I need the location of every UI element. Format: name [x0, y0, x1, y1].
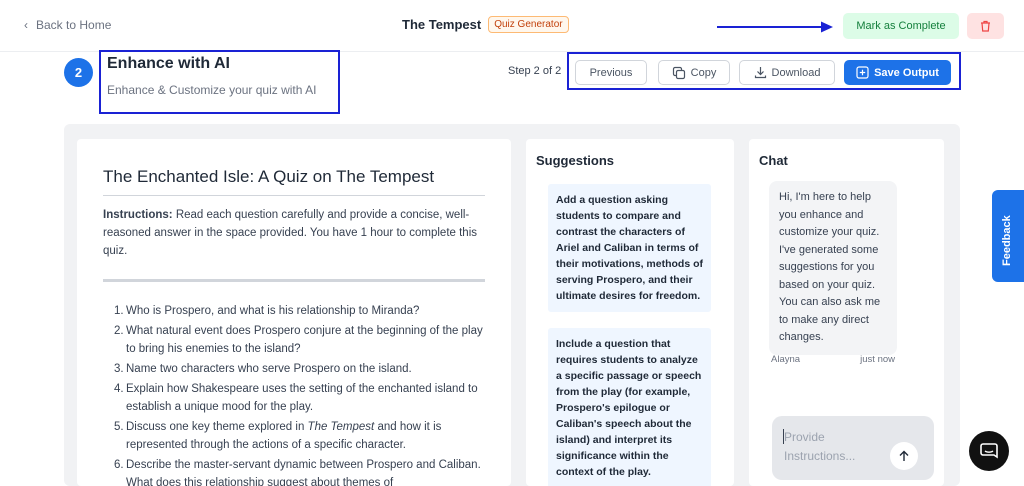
question-text: Who is Prospero, and what is his relatio… — [126, 305, 420, 317]
chevron-left-icon: ‹ — [24, 18, 28, 32]
mark-as-complete-button[interactable]: Mark as Complete — [843, 13, 959, 39]
download-label: Download — [771, 66, 821, 79]
save-output-label: Save Output — [874, 66, 939, 79]
question-list: 1. Who is Prospero, and what is his relat… — [103, 302, 485, 486]
suggestion-item[interactable]: Add a question asking students to compar… — [548, 184, 711, 312]
quiz-generator-badge: Quiz Generator — [488, 16, 569, 33]
top-bar: ‹ Back to Home The Tempest Quiz Generato… — [0, 0, 1024, 52]
chat-input-field[interactable]: Provide Instructions... — [772, 416, 934, 480]
save-output-button[interactable]: Save Output — [844, 60, 951, 85]
question-text: Name two characters who serve Prospero o… — [126, 363, 412, 375]
quiz-instructions: Instructions: Read each question careful… — [103, 206, 485, 260]
question-number: 3. — [114, 363, 124, 375]
annotation-arrow-icon — [717, 21, 833, 33]
question-number: 1. — [114, 305, 124, 317]
chat-message-meta: Alayna just now — [771, 354, 895, 365]
step-heading-group: Enhance with AI Enhance & Customize your… — [99, 50, 340, 114]
page-title: The Tempest — [402, 17, 482, 32]
chat-title: Chat — [759, 153, 788, 168]
question-text: Explain how Shakespeare uses the setting… — [126, 383, 478, 413]
previous-button[interactable]: Previous — [575, 60, 647, 85]
list-item: 2. What natural event does Prospero conju… — [103, 322, 485, 358]
step-progress-text: Step 2 of 2 — [508, 65, 562, 77]
chat-timestamp: just now — [860, 354, 895, 365]
step-number-badge: 2 — [64, 58, 93, 87]
plus-square-icon — [856, 66, 869, 79]
suggestion-item[interactable]: Include a question that requires student… — [548, 328, 711, 486]
question-number: 5. — [114, 421, 124, 433]
instructions-label: Instructions: — [103, 209, 173, 221]
question-number: 2. — [114, 325, 124, 337]
question-text: Discuss one key theme explored in — [126, 421, 308, 433]
question-emphasis: The Tempest — [307, 421, 375, 433]
chat-panel: Chat Hi, I'm here to help you enhance an… — [749, 139, 944, 486]
back-to-home-link[interactable]: ‹ Back to Home — [24, 18, 111, 32]
feedback-tab[interactable]: Feedback — [992, 190, 1024, 282]
output-actions-toolbar: Previous Copy Download Save Output — [567, 52, 961, 90]
download-icon — [754, 67, 766, 79]
arrow-up-icon — [899, 450, 909, 461]
send-button[interactable] — [890, 442, 918, 470]
list-item: 6. Describe the master-servant dynamic be… — [103, 456, 485, 486]
list-item: 5. Discuss one key theme explored in The … — [103, 418, 485, 454]
step-subheading: Enhance & Customize your quiz with AI — [107, 83, 317, 97]
chat-input-placeholder: Provide Instructions... — [784, 430, 856, 463]
list-item: 1. Who is Prospero, and what is his relat… — [103, 302, 485, 320]
question-text: What natural event does Prospero conjure… — [126, 325, 483, 355]
question-text: Describe the master-servant dynamic betw… — [126, 459, 481, 486]
support-chat-launcher[interactable] — [969, 431, 1009, 471]
trash-icon — [981, 20, 990, 32]
step-heading: Enhance with AI — [107, 55, 230, 72]
back-label: Back to Home — [36, 18, 112, 32]
quiz-title: The Enchanted Isle: A Quiz on The Tempes… — [103, 167, 485, 196]
suggestions-title: Suggestions — [536, 153, 615, 168]
chat-message: Hi, I'm here to help you enhance and cus… — [769, 181, 897, 355]
quiz-document[interactable]: The Enchanted Isle: A Quiz on The Tempes… — [77, 139, 511, 486]
feedback-label: Feedback — [1001, 215, 1013, 266]
copy-icon — [672, 66, 685, 79]
suggestions-panel: Suggestions Add a question asking studen… — [526, 139, 734, 486]
list-item: 3. Name two characters who serve Prospero… — [103, 360, 485, 378]
title-group: The Tempest Quiz Generator — [402, 16, 569, 33]
chat-sender: Alayna — [771, 354, 801, 365]
question-number: 4. — [114, 383, 124, 395]
chat-bubble-icon — [980, 443, 998, 459]
list-item: 4. Explain how Shakespeare uses the setti… — [103, 380, 485, 416]
copy-button[interactable]: Copy — [658, 60, 730, 85]
divider — [103, 279, 485, 282]
question-number: 6. — [114, 459, 124, 471]
download-button[interactable]: Download — [739, 60, 835, 85]
delete-button[interactable] — [967, 13, 1004, 39]
copy-label: Copy — [690, 66, 717, 79]
previous-label: Previous — [589, 66, 633, 79]
